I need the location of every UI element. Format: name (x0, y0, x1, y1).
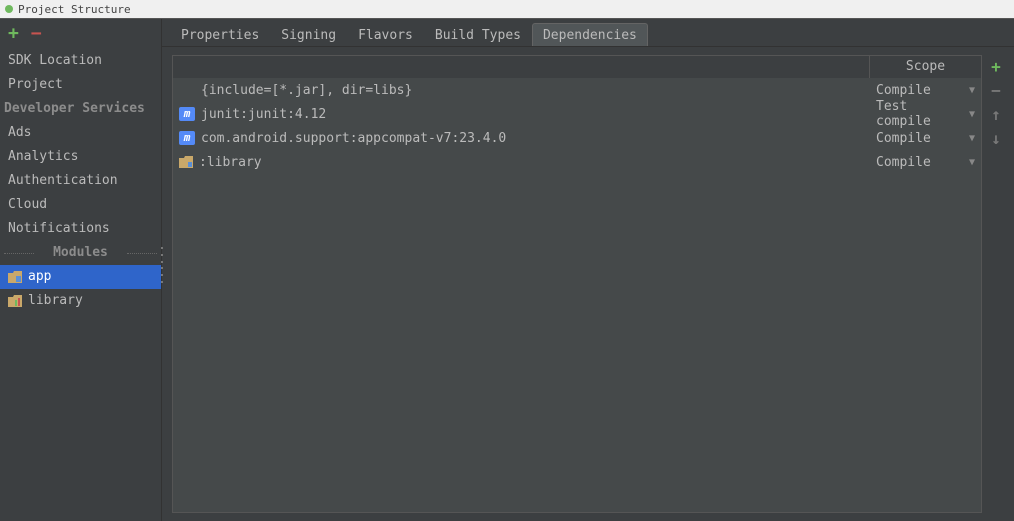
dependencies-panel: Scope {include=[*.jar], dir=libs} Compil… (162, 47, 1014, 521)
tabs-bar: Properties Signing Flavors Build Types D… (162, 19, 1014, 47)
module-dep-icon (179, 156, 193, 168)
scope-value: Compile (876, 155, 931, 170)
scope-dropdown[interactable]: Compile ▼ (869, 131, 981, 146)
sidebar-item-cloud[interactable]: Cloud (0, 193, 161, 217)
move-down-icon[interactable]: ↓ (991, 131, 1001, 147)
add-icon[interactable]: + (8, 25, 19, 43)
dep-header-name (173, 56, 869, 78)
sidebar-item-project[interactable]: Project (0, 73, 161, 97)
dep-name: junit:junit:4.12 (201, 107, 326, 122)
splitter-handle[interactable] (159, 245, 165, 285)
sidebar-item-authentication[interactable]: Authentication (0, 169, 161, 193)
remove-dependency-icon[interactable]: − (991, 83, 1001, 99)
window-title: Project Structure (18, 3, 131, 16)
dep-row[interactable]: :library Compile ▼ (173, 150, 981, 174)
scope-dropdown[interactable]: Test compile ▼ (869, 99, 981, 129)
tab-flavors[interactable]: Flavors (347, 23, 424, 46)
dep-row[interactable]: m junit:junit:4.12 Test compile ▼ (173, 102, 981, 126)
dep-row[interactable]: {include=[*.jar], dir=libs} Compile ▼ (173, 78, 981, 102)
module-label: app (28, 267, 51, 287)
module-folder-icon (8, 271, 22, 283)
maven-icon: m (179, 131, 195, 145)
remove-icon[interactable]: − (31, 25, 42, 43)
scope-dropdown[interactable]: Compile ▼ (869, 83, 981, 98)
chevron-down-icon: ▼ (969, 133, 975, 144)
dep-name: com.android.support:appcompat-v7:23.4.0 (201, 131, 506, 146)
sidebar-item-sdk-location[interactable]: SDK Location (0, 49, 161, 73)
scope-value: Compile (876, 131, 931, 146)
tab-signing[interactable]: Signing (270, 23, 347, 46)
chevron-down-icon: ▼ (969, 85, 975, 96)
sidebar-toolbar: + − (0, 19, 161, 49)
tab-properties[interactable]: Properties (170, 23, 270, 46)
sidebar-item-notifications[interactable]: Notifications (0, 217, 161, 241)
dependencies-table: Scope {include=[*.jar], dir=libs} Compil… (172, 55, 982, 513)
module-item-app[interactable]: app (0, 265, 161, 289)
tab-dependencies[interactable]: Dependencies (532, 23, 648, 46)
chevron-down-icon: ▼ (969, 157, 975, 168)
sidebar-item-ads[interactable]: Ads (0, 121, 161, 145)
dep-side-toolbar: + − ↑ ↓ (986, 55, 1006, 513)
chevron-down-icon: ▼ (969, 109, 975, 120)
content-panel: Properties Signing Flavors Build Types D… (162, 19, 1014, 521)
module-label: library (28, 291, 83, 311)
dep-header: Scope (173, 56, 981, 78)
dep-name: {include=[*.jar], dir=libs} (201, 83, 412, 98)
module-folder-icon (8, 295, 22, 307)
section-developer-services: Developer Services (0, 97, 161, 121)
scope-dropdown[interactable]: Compile ▼ (869, 155, 981, 170)
scope-value: Test compile (876, 99, 969, 129)
title-bar: Project Structure (0, 0, 1014, 18)
dep-row[interactable]: m com.android.support:appcompat-v7:23.4.… (173, 126, 981, 150)
section-modules: Modules (0, 241, 161, 265)
module-item-library[interactable]: library (0, 289, 161, 313)
app-icon (4, 4, 14, 14)
sidebar-list: SDK Location Project Developer Services … (0, 49, 161, 521)
dep-header-scope: Scope (869, 56, 981, 78)
maven-icon: m (179, 107, 195, 121)
dep-body: {include=[*.jar], dir=libs} Compile ▼ m … (173, 78, 981, 512)
main-area: + − SDK Location Project Developer Servi… (0, 18, 1014, 521)
dep-name: :library (199, 155, 262, 170)
scope-value: Compile (876, 83, 931, 98)
move-up-icon[interactable]: ↑ (991, 107, 1001, 123)
add-dependency-icon[interactable]: + (991, 59, 1001, 75)
tab-build-types[interactable]: Build Types (424, 23, 532, 46)
sidebar: + − SDK Location Project Developer Servi… (0, 19, 162, 521)
sidebar-item-analytics[interactable]: Analytics (0, 145, 161, 169)
